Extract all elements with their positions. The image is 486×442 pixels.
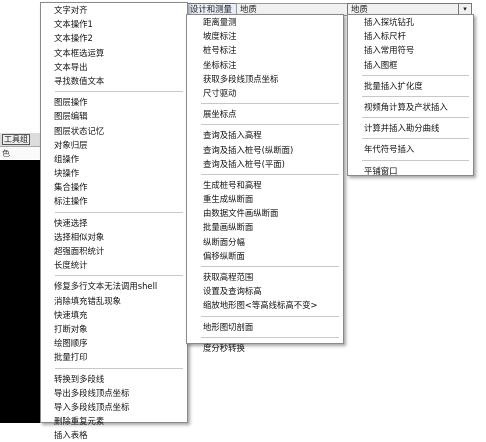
menu1-item[interactable]: 选择相似对象: [41, 230, 187, 244]
menu1-item[interactable]: 集合操作: [41, 180, 187, 194]
menu-separator: [55, 367, 183, 369]
menu2-item[interactable]: 桩号标注: [187, 43, 343, 57]
design-survey-menu: 距离量测 坡度标注 桩号标注 坐标标注 获取多段线顶点坐标 尺寸驱动展坐标点查询及插入高程…: [186, 14, 344, 353]
menu2-item[interactable]: 距离量测: [187, 15, 343, 29]
menu1-item[interactable]: 导入多段线顶点坐标: [41, 400, 187, 414]
menu1-item[interactable]: 图层状态记忆: [41, 124, 187, 138]
text-tools-menu: 文字对齐 文本操作1 文本操作2 文本框选运算 文本导出 寻找数值文本 图层操作 图层编辑 图层…: [40, 2, 188, 440]
menu-separator: [201, 315, 339, 317]
menu1-item[interactable]: 批量打印: [41, 350, 187, 364]
menu2-item[interactable]: 获取高程范围: [187, 270, 343, 284]
menu2-item[interactable]: 批量画纵断面: [187, 220, 343, 234]
menu2-item[interactable]: 查询及插入桩号(纵断面): [187, 143, 343, 157]
menu-separator: [362, 95, 469, 97]
menu1-item[interactable]: 对象归层: [41, 138, 187, 152]
menu3-item[interactable]: 插入常用符号: [348, 43, 473, 57]
menu1-item[interactable]: 文本框选运算: [41, 46, 187, 60]
menu2-item[interactable]: 生成桩号和高程: [187, 178, 343, 192]
menu1-item[interactable]: 文本操作2: [41, 31, 187, 45]
menu1-item[interactable]: 修复多行文本无法调用shell: [41, 279, 187, 293]
menu2-item[interactable]: 查询及插入高程: [187, 128, 343, 142]
menu1-item[interactable]: 文本导出: [41, 60, 187, 74]
menu1-item[interactable]: 文字对齐: [41, 3, 187, 17]
color-label: 色: [2, 149, 10, 158]
menu2-item[interactable]: 度分秒转换: [187, 341, 343, 355]
menu2-item[interactable]: 地形图切剖面: [187, 320, 343, 334]
menu-separator: [201, 124, 339, 126]
menu2-item[interactable]: 纵断面分幅: [187, 235, 343, 249]
menu1-item[interactable]: 图层编辑: [41, 109, 187, 123]
menu-separator: [201, 336, 339, 338]
menu2-item[interactable]: 偏移纵断面: [187, 249, 343, 263]
menu2-item[interactable]: 尺寸驱动: [187, 86, 343, 100]
toolbar-group-label[interactable]: 工具组: [2, 134, 30, 145]
menu3-item[interactable]: 平铺窗口: [348, 164, 473, 178]
menu1-item[interactable]: 组操作: [41, 152, 187, 166]
drawing-canvas[interactable]: [0, 160, 40, 423]
menu1-item[interactable]: 图层操作: [41, 95, 187, 109]
menu1-item[interactable]: 标注操作: [41, 194, 187, 208]
menu-separator: [201, 103, 339, 105]
menu-separator: [362, 74, 469, 76]
menu-separator: [55, 211, 183, 213]
menu2-item[interactable]: 由数据文件画纵断面: [187, 206, 343, 220]
menu2-item[interactable]: 获取多段线顶点坐标: [187, 72, 343, 86]
menu1-item[interactable]: 快速填充: [41, 308, 187, 322]
menu1-item[interactable]: 寻找数值文本: [41, 74, 187, 88]
menu2-item[interactable]: 查询及插入桩号(平面): [187, 157, 343, 171]
menu-separator: [201, 173, 339, 175]
menu3-item[interactable]: 插入图框: [348, 58, 473, 72]
menu-separator: [201, 266, 339, 267]
menu1-item[interactable]: 超强面积统计: [41, 244, 187, 258]
menu1-item[interactable]: 消除填充错乱现象: [41, 294, 187, 308]
menu1-item[interactable]: 绘图顺序: [41, 336, 187, 350]
menu2-item[interactable]: 缩放地形图<等高线标高不变>: [187, 298, 343, 312]
menu1-item[interactable]: 快速选择: [41, 216, 187, 230]
geology-menu: 插入探坑钻孔 插入标尺杆 插入常用符号 插入图框批量插入扩化度 视频角计算及产状插入 计算…: [347, 14, 474, 176]
menu-separator: [362, 159, 469, 161]
menu1-item[interactable]: 文本操作1: [41, 17, 187, 31]
menu2-item[interactable]: 展坐标点: [187, 107, 343, 121]
menu1-item[interactable]: 插入表格: [41, 428, 187, 442]
menu3-item[interactable]: 计算并插入勘分曲线: [348, 121, 473, 135]
menu-separator: [55, 275, 183, 277]
menu3-item[interactable]: 视频角计算及产状插入: [348, 100, 473, 114]
menu-separator: [362, 138, 469, 140]
background-strip: 色: [0, 147, 40, 159]
menu2-item[interactable]: 重生成纵断面: [187, 192, 343, 206]
menu1-item[interactable]: 转换到多段线: [41, 372, 187, 386]
menu1-item[interactable]: 打断对象: [41, 322, 187, 336]
menu-separator: [55, 91, 183, 93]
menu1-item[interactable]: 块操作: [41, 166, 187, 180]
menu2-item[interactable]: 设置及查询标高: [187, 284, 343, 298]
menu1-item[interactable]: 长度统计: [41, 258, 187, 272]
menu1-item[interactable]: 删除重复元素: [41, 414, 187, 428]
menu-separator: [362, 117, 469, 119]
menu1-item[interactable]: 导出多段线顶点坐标: [41, 386, 187, 400]
menu3-item[interactable]: 插入标尺杆: [348, 29, 473, 43]
menu2-item[interactable]: 坐标标注: [187, 58, 343, 72]
menu3-item[interactable]: 年代符号插入: [348, 142, 473, 156]
menu2-item[interactable]: 坡度标注: [187, 29, 343, 43]
background-toolbar: 工具组: [0, 133, 40, 147]
menu3-item[interactable]: 插入探坑钻孔: [348, 15, 473, 29]
menu3-item[interactable]: 批量插入扩化度: [348, 79, 473, 93]
